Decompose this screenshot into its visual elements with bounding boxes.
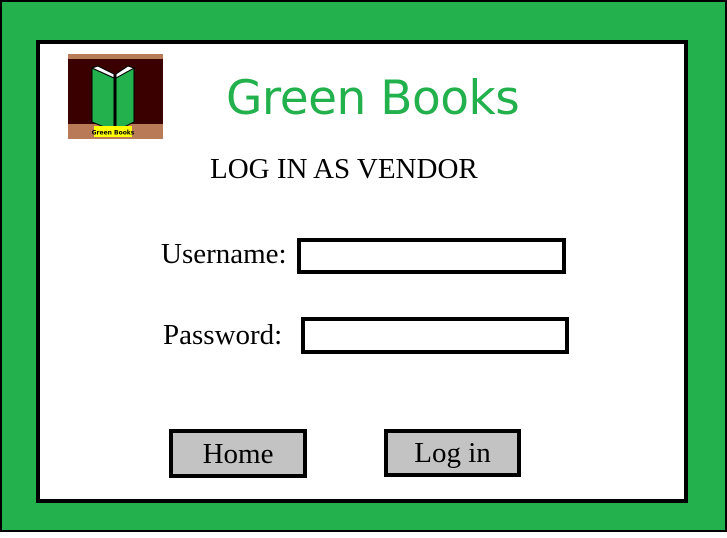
username-label: Username: — [161, 238, 287, 270]
home-button[interactable]: Home — [169, 429, 307, 478]
green-books-logo: Green Books — [68, 54, 163, 139]
password-field[interactable] — [301, 317, 569, 354]
logo-book-right-page — [115, 67, 135, 132]
login-button[interactable]: Log in — [384, 429, 521, 477]
username-field[interactable] — [297, 238, 566, 274]
logo-book-left-page — [91, 67, 115, 132]
brand-title: Green Books — [226, 71, 520, 126]
password-label: Password: — [163, 319, 283, 351]
page-heading: LOG IN AS VENDOR — [210, 153, 478, 185]
logo-caption: Green Books — [92, 130, 135, 137]
